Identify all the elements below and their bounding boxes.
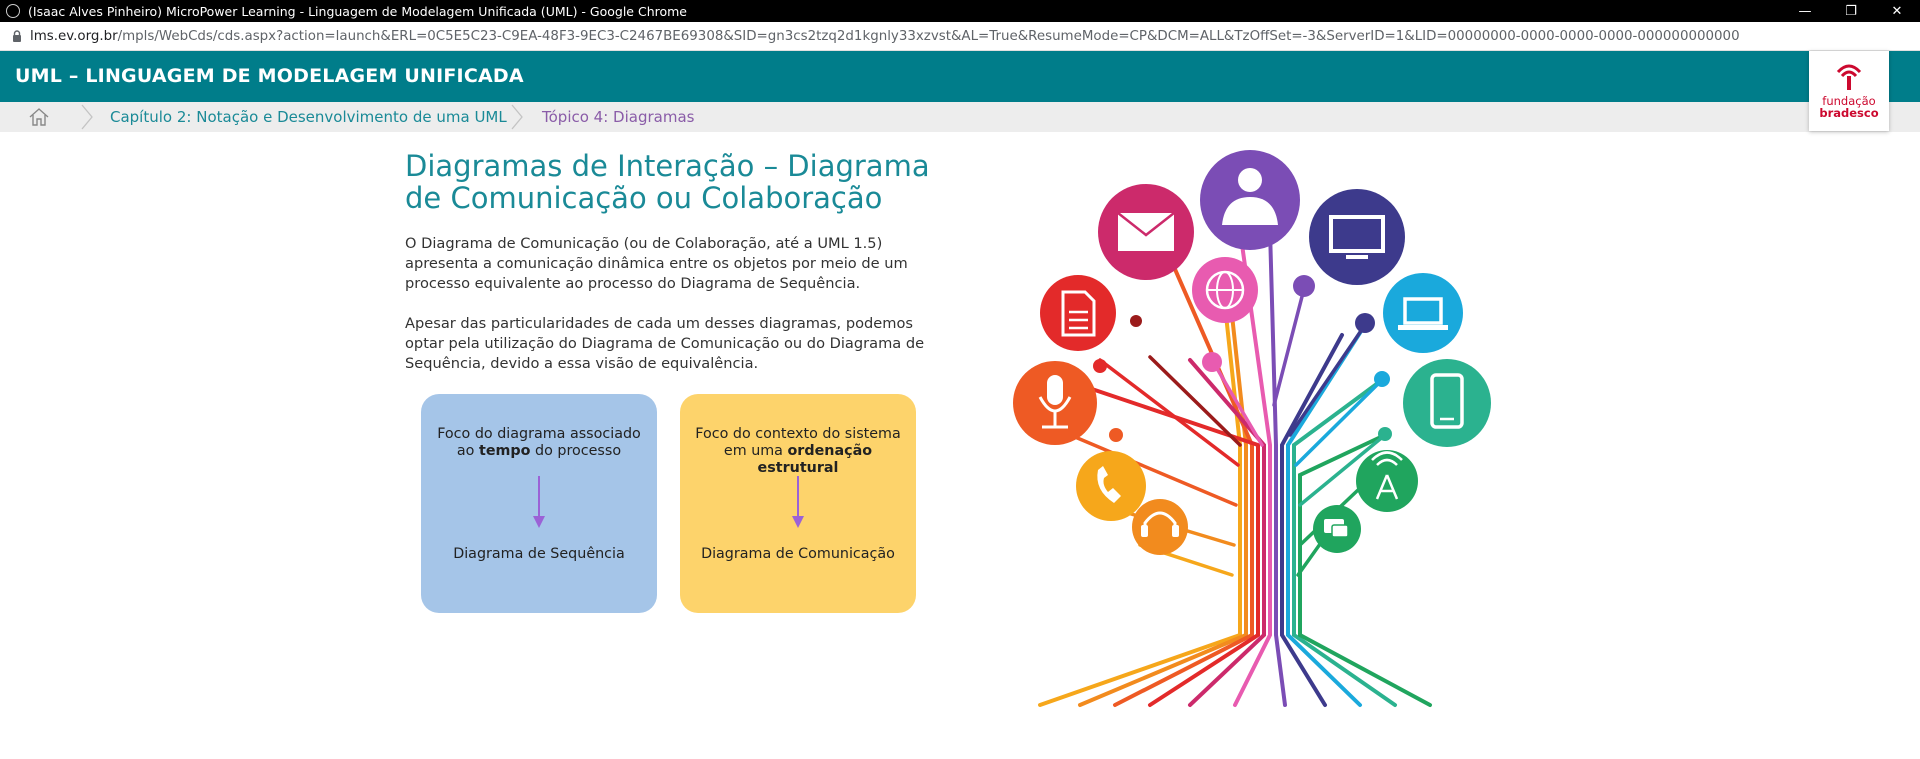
card-focus-text: Foco do contexto do sistema em uma orden…: [695, 426, 901, 476]
logo-text-bradesco: bradesco: [1819, 106, 1879, 120]
chevron-right-icon: [511, 104, 523, 130]
card-diagram-name: Diagrama de Sequência: [453, 546, 625, 562]
chrome-logo-icon: [6, 4, 20, 18]
home-icon[interactable]: [28, 107, 50, 127]
fundacao-bradesco-logo: fundação bradesco: [1809, 51, 1889, 131]
user-icon: [1200, 150, 1300, 250]
url-host: lms.ev.org.br: [30, 28, 118, 44]
close-button[interactable]: ✕: [1874, 0, 1920, 22]
window-title: (Isaac Alves Pinheiro) MicroPower Learni…: [28, 3, 688, 19]
smartphone-icon: [1403, 359, 1491, 447]
course-title: UML – LINGUAGEM DE MODELAGEM UNIFICADA: [15, 65, 524, 87]
phone-icon: [1076, 451, 1146, 521]
app-header: UML – LINGUAGEM DE MODELAGEM UNIFICADA: [0, 51, 1920, 102]
chevron-right-icon: [81, 104, 93, 130]
lock-icon: [13, 30, 21, 42]
chat-icon: [1313, 505, 1361, 553]
breadcrumb: Capítulo 2: Notação e Desenvolvimento de…: [0, 102, 1920, 132]
document-icon: [1040, 275, 1116, 351]
microphone-icon: [1013, 361, 1097, 445]
breadcrumb-topic[interactable]: Tópico 4: Diagramas: [542, 108, 694, 126]
restore-button[interactable]: ❐: [1828, 0, 1874, 22]
intro-paragraph: O Diagrama de Comunicação (ou de Colabor…: [405, 235, 908, 292]
bradesco-tree-icon: [1836, 64, 1862, 90]
communication-diagram-card: Foco do contexto do sistema em uma orden…: [680, 394, 916, 613]
equivalence-paragraph: Apesar das particularidades de cada um d…: [405, 315, 925, 372]
breadcrumb-chapter[interactable]: Capítulo 2: Notação e Desenvolvimento de…: [110, 108, 507, 126]
arrow-down-icon: [792, 476, 804, 528]
technology-tree-illustration: [1013, 150, 1491, 707]
browser-title-bar: (Isaac Alves Pinheiro) MicroPower Learni…: [0, 0, 1920, 22]
antenna-icon: [1356, 450, 1418, 512]
laptop-icon: [1383, 273, 1463, 353]
page-title: Diagramas de Interação – Diagrama de Com…: [405, 149, 930, 215]
url-path: /mpls/WebCds/cds.aspx?action=launch&ERL=…: [117, 28, 1740, 44]
headset-icon: [1132, 499, 1188, 555]
sequence-diagram-card: Foco do diagrama associado ao tempo do p…: [421, 394, 657, 613]
globe-icon: [1192, 257, 1258, 323]
email-icon: [1098, 184, 1194, 280]
minimize-button[interactable]: —: [1782, 0, 1828, 22]
address-bar[interactable]: lms.ev.org.br /mpls/WebCds/cds.aspx?acti…: [0, 22, 1920, 51]
monitor-icon: [1309, 189, 1405, 285]
arrow-down-icon: [533, 476, 545, 528]
card-focus-text: Foco do diagrama associado ao tempo do p…: [437, 426, 641, 459]
card-diagram-name: Diagrama de Comunicação: [701, 546, 895, 562]
